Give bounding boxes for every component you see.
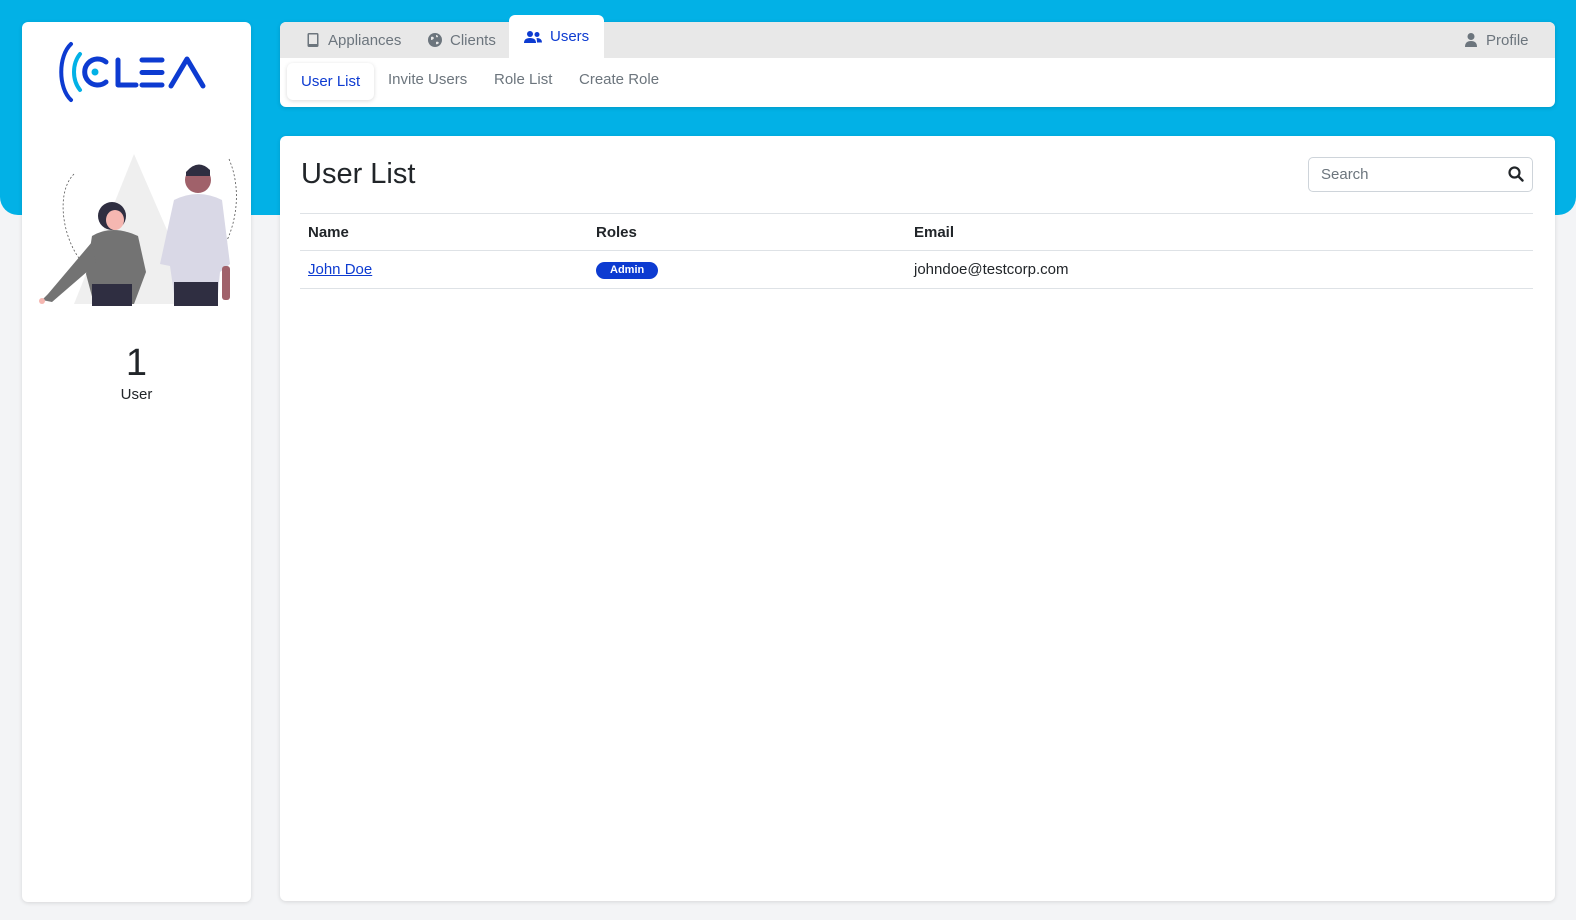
- page-title: User List: [301, 158, 416, 190]
- table-row: John Doe Admin johndoe@testcorp.com: [300, 250, 1533, 289]
- user-table: Name Roles Email John Doe Admin johndoe@…: [300, 213, 1533, 289]
- user-icon: [1465, 33, 1477, 47]
- role-badge: Admin: [596, 262, 659, 279]
- tab-users-label: Users: [550, 28, 590, 45]
- cell-email: johndoe@testcorp.com: [906, 250, 1533, 289]
- tablet-icon: [307, 33, 319, 47]
- subnav-create-role[interactable]: Create Role: [565, 58, 673, 100]
- user-name-link[interactable]: John Doe: [308, 261, 372, 278]
- cell-roles: Admin: [588, 250, 906, 289]
- globe-icon: [428, 33, 442, 47]
- tab-appliances-label: Appliances: [328, 31, 402, 49]
- clea-logo: [59, 42, 206, 102]
- people-illustration: [39, 154, 237, 306]
- top-navigation: Appliances Clients Users Profile User Li…: [280, 15, 1555, 107]
- subnav-user-list[interactable]: User List: [287, 63, 375, 100]
- subnav-invite-users[interactable]: Invite Users: [374, 58, 481, 100]
- cell-name: John Doe: [300, 250, 588, 289]
- tab-clients[interactable]: Clients: [428, 22, 496, 58]
- tab-users[interactable]: Users: [509, 15, 605, 58]
- search-box: [1308, 157, 1533, 192]
- table-header-row: Name Roles Email: [300, 213, 1533, 251]
- column-header-email[interactable]: Email: [906, 213, 1533, 251]
- tab-bar: Appliances Clients Users Profile: [280, 15, 1555, 58]
- user-count: 1: [125, 342, 148, 384]
- user-count-label: User: [120, 386, 153, 403]
- subnav-role-list[interactable]: Role List: [480, 58, 566, 100]
- profile-link[interactable]: Profile: [1464, 22, 1529, 58]
- main-content: User List Name Roles Email John Doe Admi…: [280, 136, 1555, 901]
- tab-clients-label: Clients: [450, 31, 496, 49]
- column-header-roles[interactable]: Roles: [588, 213, 906, 251]
- column-header-name[interactable]: Name: [300, 213, 588, 251]
- profile-label: Profile: [1486, 31, 1529, 49]
- sidebar: 1 User: [22, 22, 251, 902]
- search-icon[interactable]: [1508, 166, 1524, 182]
- search-input[interactable]: [1309, 158, 1499, 191]
- tab-appliances[interactable]: Appliances: [306, 22, 401, 58]
- users-icon: [524, 30, 542, 43]
